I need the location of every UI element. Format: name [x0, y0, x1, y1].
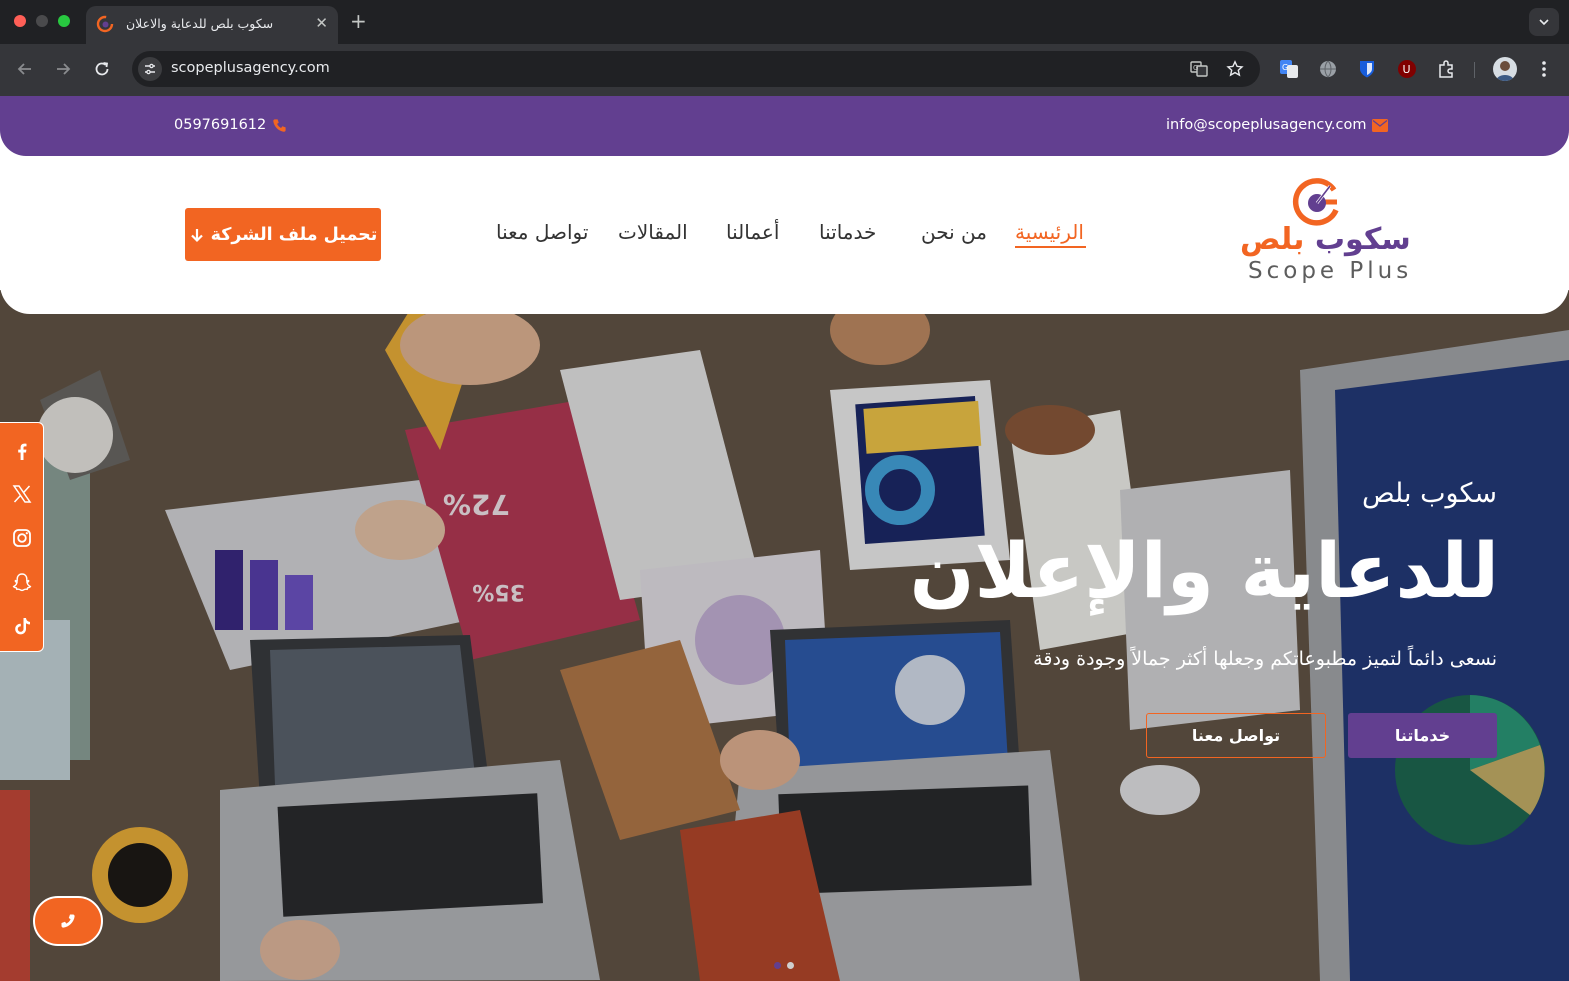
site-favicon-icon	[96, 15, 114, 33]
svg-text:U: U	[1403, 63, 1411, 76]
tab-close-icon[interactable]: ✕	[315, 14, 328, 32]
browser-toolbar: scopeplusagency.com G G U	[0, 44, 1569, 96]
extensions-puzzle-icon[interactable]	[1436, 59, 1456, 79]
back-icon[interactable]	[14, 58, 36, 80]
browser-menu-icon[interactable]	[1537, 59, 1551, 79]
translate-icon[interactable]: G	[1190, 60, 1208, 78]
toolbar-separator	[1474, 62, 1475, 78]
phone-contact[interactable]: 0597691612	[174, 117, 287, 133]
download-profile-button[interactable]: تحميل ملف الشركة	[185, 208, 381, 261]
instagram-icon[interactable]	[11, 527, 33, 549]
slider-dot-1[interactable]	[774, 962, 781, 969]
tune-icon	[145, 63, 155, 75]
forward-icon[interactable]	[52, 58, 74, 80]
envelope-icon	[1372, 118, 1389, 132]
new-tab-button[interactable]: +	[350, 9, 367, 33]
slider-dot-2[interactable]	[787, 962, 794, 969]
reload-icon[interactable]	[91, 58, 113, 80]
hero-slider: 72% 35% سكوب بلص للدعاية والإعلان نسعى د…	[0, 290, 1569, 981]
nav-about[interactable]: من نحن	[921, 220, 987, 244]
tiktok-icon[interactable]	[11, 615, 33, 637]
ublock-icon[interactable]: U	[1397, 59, 1417, 79]
globe-extension-icon[interactable]	[1318, 59, 1338, 79]
site-logo[interactable]: سكوب بلص Scope Plus	[1234, 176, 1411, 288]
site-info-button[interactable]	[138, 57, 162, 81]
hero-services-button[interactable]: خدماتنا	[1348, 713, 1497, 758]
phone-number[interactable]: 0597691612	[174, 117, 266, 133]
avatar-icon	[1496, 61, 1514, 81]
tab-title: سكوب بلص للدعاية والاعلان	[126, 16, 274, 31]
hero-subtitle: سكوب بلص	[1361, 478, 1497, 509]
contact-topbar: 0597691612 info@scopeplusagency.com	[0, 96, 1569, 156]
address-bar[interactable]: scopeplusagency.com G	[132, 51, 1260, 87]
social-sidebar	[0, 422, 44, 652]
svg-text:G: G	[1282, 63, 1288, 72]
site-header: سكوب بلص Scope Plus الرئيسية من نحن خدما…	[0, 156, 1569, 314]
email-address[interactable]: info@scopeplusagency.com	[1166, 117, 1366, 133]
nav-home[interactable]: الرئيسية	[1015, 220, 1084, 244]
maximize-window-button[interactable]	[58, 15, 70, 27]
hero-contact-button[interactable]: تواصل معنا	[1146, 713, 1326, 758]
profile-avatar[interactable]	[1493, 57, 1517, 81]
nav-works[interactable]: أعمالنا	[726, 220, 779, 244]
download-button-label: تحميل ملف الشركة	[210, 224, 378, 245]
hero-title: للدعاية والإعلان	[909, 526, 1499, 615]
close-window-button[interactable]	[14, 15, 26, 27]
browser-tab-bar: سكوب بلص للدعاية والاعلان ✕ +	[0, 0, 1569, 44]
x-icon[interactable]	[11, 483, 33, 505]
google-translate-extension-icon[interactable]: G	[1279, 59, 1299, 79]
logo-word-scope: سكوب	[1314, 222, 1411, 257]
logo-arabic-text: سكوب بلص	[1240, 222, 1411, 257]
minimize-window-button[interactable]	[36, 15, 48, 27]
bitwarden-shield-icon[interactable]	[1357, 59, 1377, 79]
hero-overlay	[0, 290, 1569, 981]
nav-services[interactable]: خدماتنا	[819, 220, 876, 244]
logo-word-plus: بلص	[1240, 222, 1305, 257]
hero-description: نسعى دائماً لتميز مطبوعاتكم وجعلها أكثر …	[1033, 648, 1497, 670]
chevron-down-icon	[1539, 19, 1549, 26]
bookmark-star-icon[interactable]	[1226, 60, 1244, 78]
facebook-icon[interactable]	[11, 440, 33, 462]
logo-mark-icon	[1292, 178, 1339, 226]
snapchat-icon[interactable]	[11, 571, 33, 593]
tab-search-button[interactable]	[1529, 8, 1559, 36]
arrow-down-icon	[190, 228, 203, 242]
url-text[interactable]: scopeplusagency.com	[171, 60, 330, 76]
active-tab[interactable]: سكوب بلص للدعاية والاعلان ✕	[86, 6, 338, 44]
nav-contact[interactable]: تواصل معنا	[496, 220, 588, 244]
email-contact[interactable]: info@scopeplusagency.com	[1166, 117, 1389, 133]
nav-active-underline	[1015, 246, 1086, 248]
nav-articles[interactable]: المقالات	[618, 220, 688, 244]
svg-text:G: G	[1193, 64, 1198, 72]
floating-call-button[interactable]	[33, 896, 103, 946]
phone-icon	[61, 914, 75, 928]
logo-english-text: Scope Plus	[1248, 258, 1413, 284]
phone-icon	[273, 118, 286, 132]
